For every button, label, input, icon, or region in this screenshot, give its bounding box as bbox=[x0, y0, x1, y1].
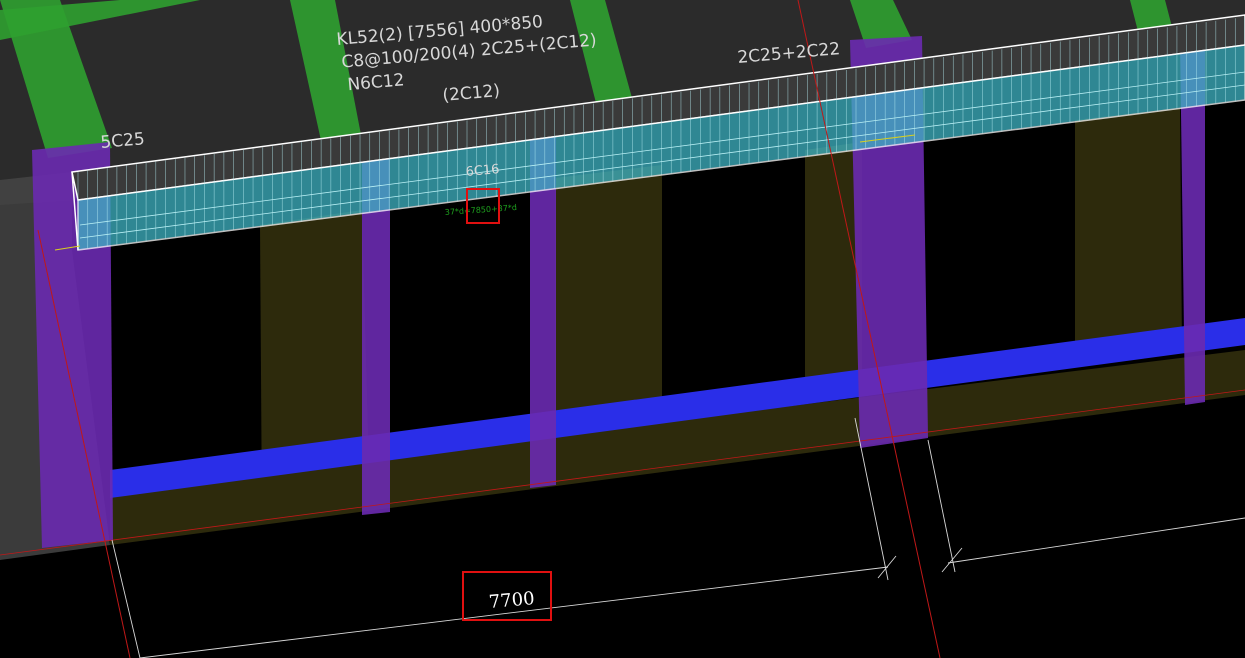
cad-3d-viewport[interactable]: KL52(2) [7556] 400*850 C8@100/200(4) 2C2… bbox=[0, 0, 1245, 658]
dimension-label: 7700 bbox=[488, 588, 536, 613]
olive-wall-4 bbox=[1075, 108, 1182, 360]
highlight-box-small bbox=[466, 188, 500, 224]
rebar-3d-scene[interactable]: KL52(2) [7556] 400*850 C8@100/200(4) 2C2… bbox=[0, 0, 1245, 658]
rebar-label-small: 6C16 bbox=[465, 162, 500, 180]
olive-wall-2 bbox=[555, 165, 662, 432]
rebar-label-left: 5C25 bbox=[100, 129, 146, 153]
